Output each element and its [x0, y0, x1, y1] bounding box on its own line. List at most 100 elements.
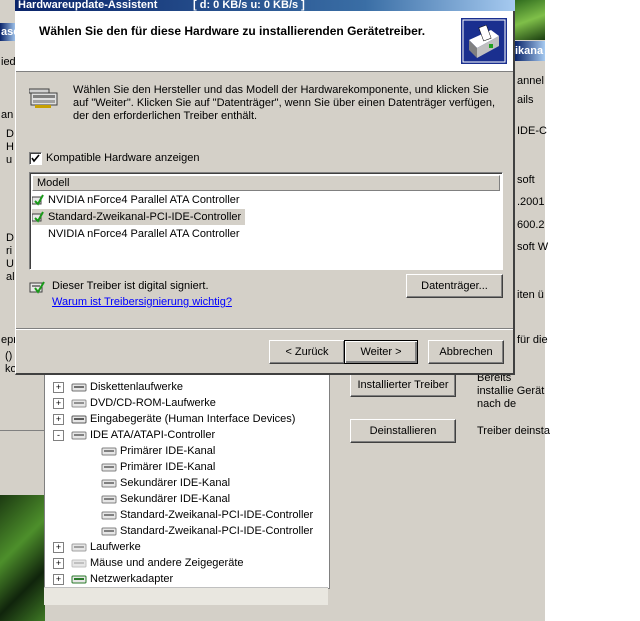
device-tree-item[interactable]: + DVD/CD-ROM-Laufwerke: [53, 395, 216, 411]
device-tree-item-label: DVD/CD-ROM-Laufwerke: [90, 397, 216, 409]
device-tree-item[interactable]: Sekundärer IDE-Kanal: [101, 491, 230, 507]
device-tree-item[interactable]: + Laufwerke: [53, 539, 141, 555]
model-list[interactable]: Modell NVIDIA nForce4 Parallel ATA Contr…: [29, 172, 503, 270]
hardware-wizard-icon: [461, 18, 507, 64]
ide-channel-icon: [101, 477, 117, 489]
background-text: al: [6, 271, 15, 283]
background-text: U: [6, 258, 14, 270]
wallpaper-fragment-right: [515, 0, 545, 40]
network-icon: [71, 573, 87, 585]
expand-icon[interactable]: +: [53, 398, 64, 409]
have-disk-button[interactable]: Datenträger...: [406, 274, 503, 298]
background-text: H: [6, 141, 14, 153]
background-text: .2001: [517, 196, 545, 208]
background-text: an: [1, 109, 14, 121]
background-text: annel: [517, 75, 544, 87]
instruction-text: Wählen Sie den Hersteller und das Modell…: [73, 84, 496, 122]
device-tree-item-label: Sekundärer IDE-Kanal: [120, 493, 231, 505]
collapse-icon[interactable]: -: [53, 430, 64, 441]
background-text: ied: [1, 56, 16, 68]
background-text: IDE-C: [517, 125, 547, 137]
wizard-titlebar[interactable]: Hardwareupdate-Assistent [ d: 0 KB/s u: …: [15, 0, 515, 11]
device-tree-item[interactable]: - IDE ATA/ATAPI-Controller: [53, 427, 216, 443]
device-tree-item-label: Eingabegeräte (Human Interface Devices): [90, 413, 296, 425]
device-tree-item[interactable]: Standard-Zweikanal-PCI-IDE-Controller: [101, 523, 313, 539]
model-list-item-label: Standard-Zweikanal-PCI-IDE-Controller: [48, 211, 242, 223]
ide-channel-icon: [101, 493, 117, 505]
hid-icon: [71, 413, 87, 425]
background-divider: [0, 430, 44, 455]
signed-driver-icon: [31, 194, 44, 206]
background-window-title-right: ikana: [515, 41, 545, 61]
installed-driver-button[interactable]: Installierter Treiber: [350, 373, 456, 397]
wizard-header: Wählen Sie den für diese Hardware zu ins…: [16, 11, 513, 72]
signed-driver-icon: [31, 211, 44, 223]
background-text: ails: [517, 94, 534, 106]
expand-icon[interactable]: +: [53, 414, 64, 425]
device-tree-item[interactable]: + Eingabegeräte (Human Interface Devices): [53, 411, 296, 427]
wizard-title-stats: [ d: 0 KB/s u: 0 KB/s ]: [193, 0, 305, 11]
background-text: für die: [517, 334, 548, 346]
expand-icon[interactable]: +: [53, 542, 64, 553]
device-tree-item-label: Netzwerkadapter: [90, 573, 174, 585]
signed-driver-text: Dieser Treiber ist digital signiert.: [52, 280, 209, 292]
installed-driver-description: Bereits installie Gerät nach de ordnungs…: [477, 372, 545, 412]
device-tree-item-label: Diskettenlaufwerke: [90, 381, 183, 393]
cdrom-icon: [71, 397, 87, 409]
ide-channel-icon: [101, 461, 117, 473]
ide-channel-icon: [101, 509, 117, 521]
background-text: iten ü: [517, 289, 544, 301]
blank-icon: [32, 228, 44, 240]
expand-icon[interactable]: +: [53, 382, 64, 393]
back-button[interactable]: < Zurück: [269, 340, 345, 364]
next-button[interactable]: Weiter >: [344, 340, 418, 364]
ide-controller-icon: [71, 429, 87, 441]
model-list-item[interactable]: NVIDIA nForce4 Parallel ATA Controller: [32, 226, 244, 242]
expand-icon[interactable]: +: [53, 558, 64, 569]
model-list-item-label: NVIDIA nForce4 Parallel ATA Controller: [48, 228, 240, 240]
uninstall-button[interactable]: Deinstallieren: [350, 419, 456, 443]
expand-icon[interactable]: +: [53, 574, 64, 585]
device-tree-item-label: Standard-Zweikanal-PCI-IDE-Controller: [120, 509, 314, 521]
device-tree-item-label: Sekundärer IDE-Kanal: [120, 477, 231, 489]
floppy-icon: [71, 381, 87, 393]
check-mark-icon: [31, 154, 40, 163]
device-tree-item-label: Primärer IDE-Kanal: [120, 445, 216, 457]
device-tree-item[interactable]: Primärer IDE-Kanal: [101, 459, 215, 475]
background-text: 600.2: [517, 219, 545, 231]
device-tree-item[interactable]: Primärer IDE-Kanal: [101, 443, 215, 459]
hardware-card-icon: [28, 87, 61, 111]
driver-signing-link[interactable]: Warum ist Treibersignierung wichtig?: [52, 296, 232, 308]
model-column-header[interactable]: Modell: [32, 175, 500, 191]
wizard-title: Hardwareupdate-Assistent: [18, 0, 158, 11]
model-list-item[interactable]: NVIDIA nForce4 Parallel ATA Controller: [31, 192, 244, 208]
cancel-button[interactable]: Abbrechen: [428, 340, 504, 364]
ide-channel-icon: [101, 445, 117, 457]
background-text: D: [6, 232, 14, 244]
drive-icon: [71, 541, 87, 553]
device-tree-item-label: IDE ATA/ATAPI-Controller: [90, 429, 216, 441]
mouse-icon: [71, 557, 87, 569]
ide-channel-icon: [101, 525, 117, 537]
model-list-item[interactable]: Standard-Zweikanal-PCI-IDE-Controller: [31, 209, 246, 225]
background-text: ri: [6, 245, 13, 257]
signed-driver-icon: [29, 279, 45, 295]
wizard-header-text: Wählen Sie den für diese Hardware zu ins…: [39, 24, 426, 38]
compatible-hardware-checkbox[interactable]: [29, 152, 42, 165]
horizontal-scrollbar[interactable]: [44, 587, 328, 605]
device-tree-item-label: Laufwerke: [90, 541, 141, 553]
device-tree-item[interactable]: + Mäuse und andere Zeigegeräte: [53, 555, 244, 571]
device-tree-item-label: Standard-Zweikanal-PCI-IDE-Controller: [120, 525, 314, 537]
background-text: soft W: [517, 241, 549, 253]
background-window-title: asc: [0, 23, 19, 41]
device-tree-item-label: Mäuse und andere Zeigegeräte: [90, 557, 244, 569]
background-text: u: [6, 154, 13, 166]
device-tree-item[interactable]: + Netzwerkadapter: [53, 571, 174, 587]
model-list-item-label: NVIDIA nForce4 Parallel ATA Controller: [48, 194, 240, 206]
device-tree-item[interactable]: Standard-Zweikanal-PCI-IDE-Controller: [101, 507, 313, 523]
device-tree-item[interactable]: Sekundärer IDE-Kanal: [101, 475, 230, 491]
device-tree[interactable]: + Diskettenlaufwerke + DVD/CD-ROM-Laufwerke…: [44, 372, 330, 589]
device-tree-item[interactable]: + Diskettenlaufwerke: [53, 379, 183, 395]
separator-line: [16, 328, 513, 330]
device-tree-item-label: Primärer IDE-Kanal: [120, 461, 216, 473]
